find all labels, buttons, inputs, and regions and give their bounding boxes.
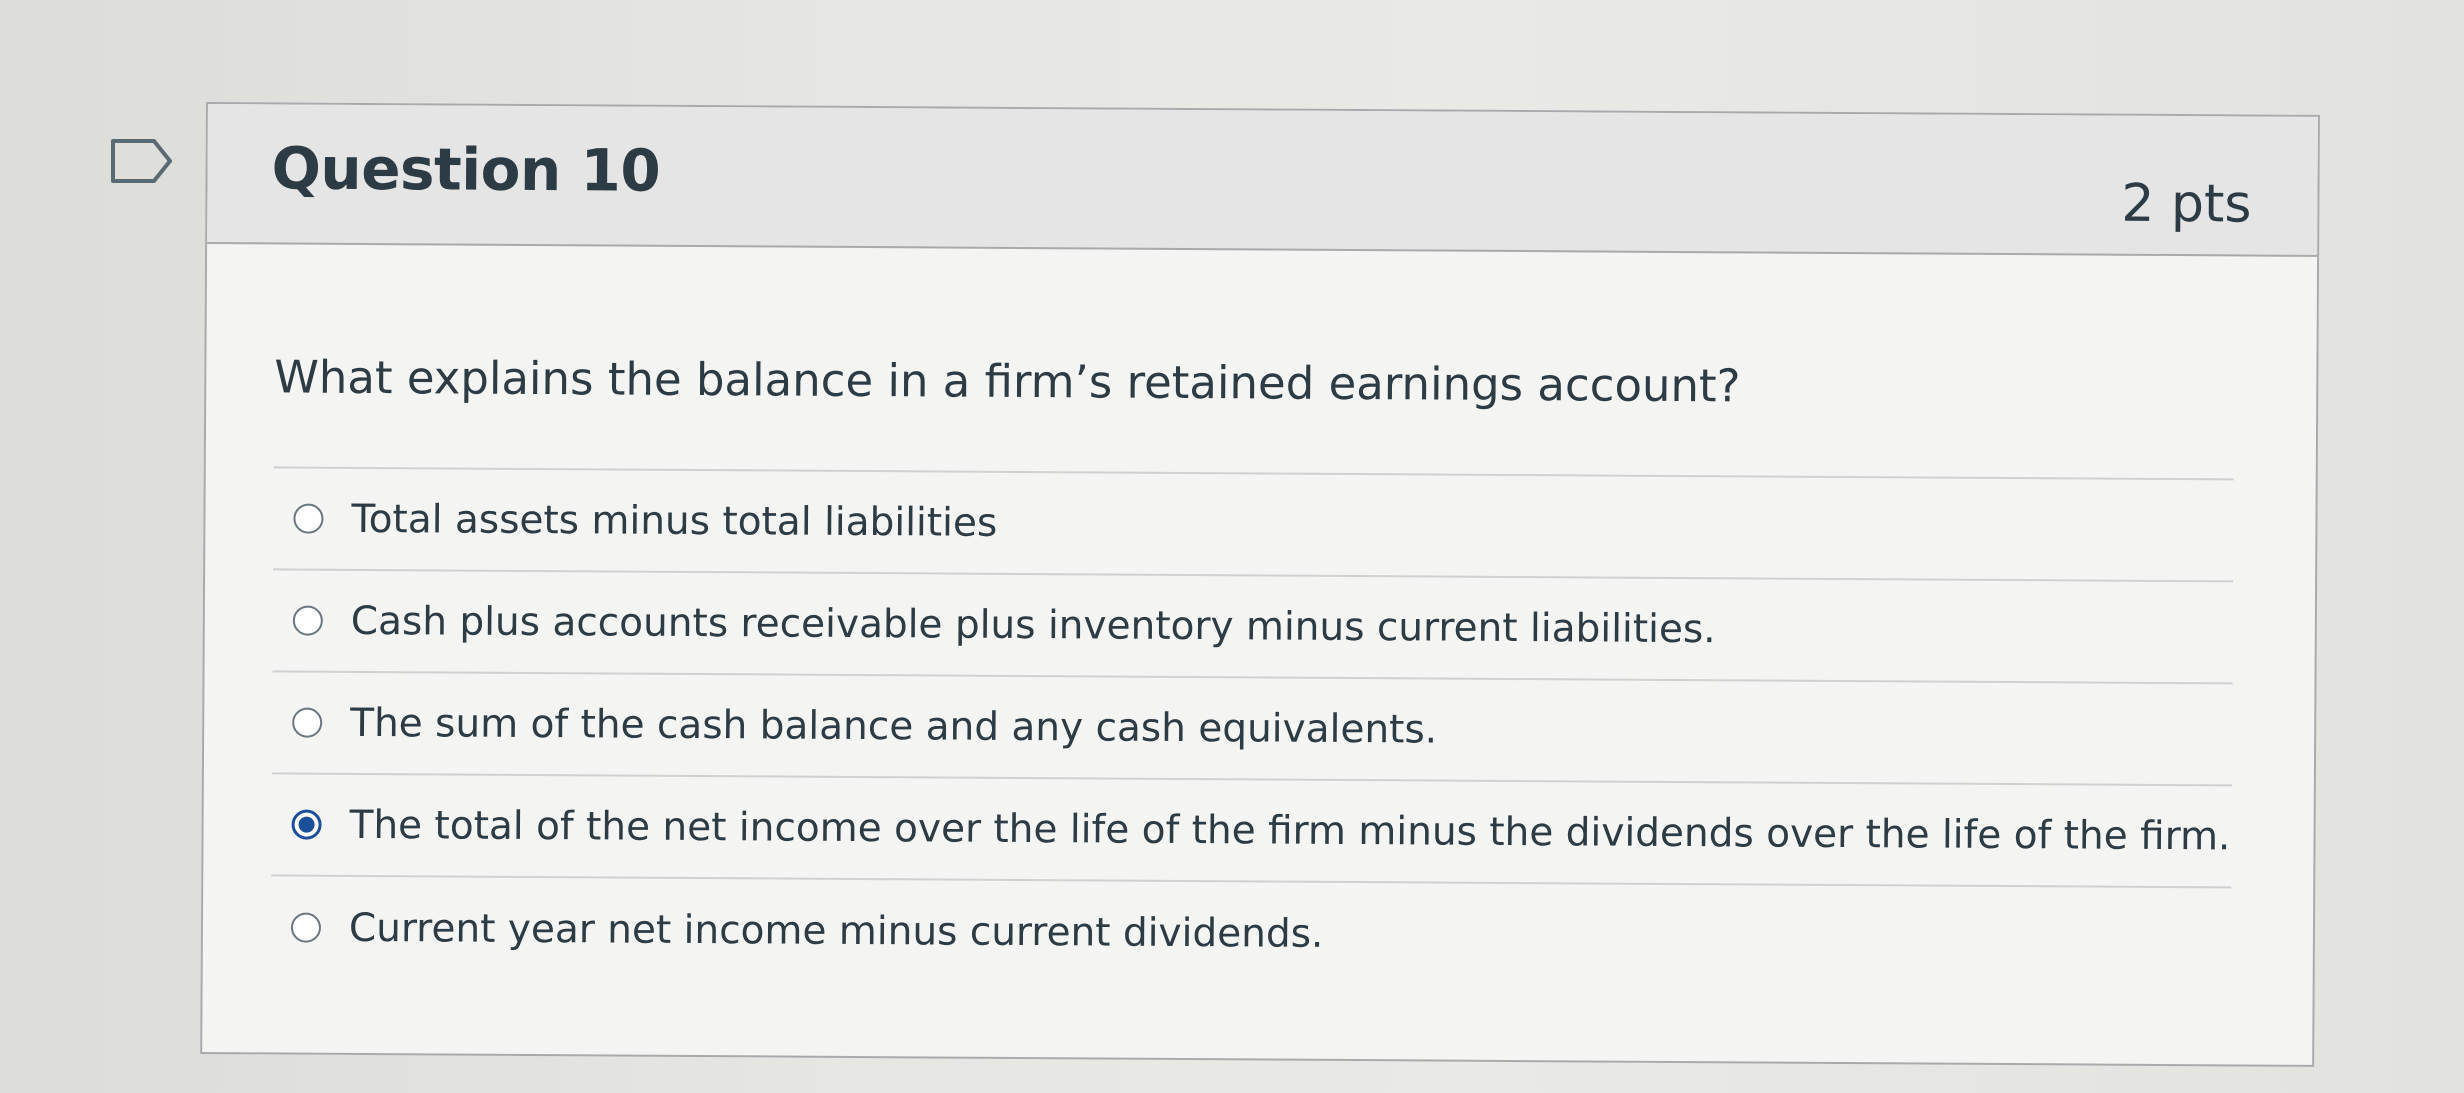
answer-option-3[interactable]: The sum of the cash balance and any cash… bbox=[271, 672, 2233, 787]
answer-label[interactable]: The total of the net income over the lif… bbox=[349, 802, 2230, 858]
answer-list: Total assets minus total liabilities Cas… bbox=[270, 466, 2234, 991]
answer-option-2[interactable]: Cash plus accounts receivable plus inven… bbox=[272, 570, 2234, 685]
radio-button[interactable] bbox=[292, 707, 323, 738]
answer-option-1[interactable]: Total assets minus total liabilities bbox=[273, 468, 2234, 583]
answer-label[interactable]: Total assets minus total liabilities bbox=[351, 496, 997, 545]
question-points: 2 pts bbox=[2121, 173, 2252, 235]
flag-outline-icon[interactable] bbox=[110, 138, 174, 184]
question-card: Question 10 2 pts What explains the bala… bbox=[200, 102, 2320, 1067]
question-title: Question 10 bbox=[271, 134, 661, 205]
answer-label[interactable]: Cash plus accounts receivable plus inven… bbox=[351, 598, 1716, 651]
answer-option-4[interactable]: The total of the net income over the lif… bbox=[271, 774, 2232, 889]
radio-button[interactable] bbox=[293, 503, 324, 534]
question-text: What explains the balance in a firm’s re… bbox=[274, 350, 1741, 413]
radio-button[interactable] bbox=[292, 605, 323, 636]
radio-button[interactable] bbox=[290, 912, 322, 943]
answer-option-5[interactable]: Current year net income minus current di… bbox=[271, 876, 2232, 990]
answer-label[interactable]: Current year net income minus current di… bbox=[349, 905, 1324, 956]
answer-label[interactable]: The sum of the cash balance and any cash… bbox=[350, 700, 1437, 752]
question-header: Question 10 2 pts bbox=[207, 104, 2318, 257]
radio-button-selected[interactable] bbox=[291, 809, 322, 840]
